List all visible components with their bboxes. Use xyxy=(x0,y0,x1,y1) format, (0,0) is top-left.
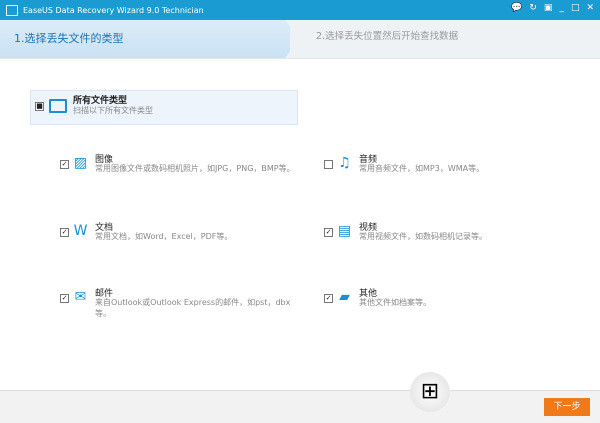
document-icon: W xyxy=(73,223,88,239)
title-bar: EaseUS Data Recovery Wizard 9.0 Technici… xyxy=(0,0,600,20)
film-icon: ▤ xyxy=(337,223,352,239)
mail-icon: ✉ xyxy=(74,289,87,305)
app-icon xyxy=(6,4,18,16)
step-1: 1.选择丢失文件的类型 xyxy=(0,20,290,58)
file-type-desc: 常用音频文件，如MP3，WMA等。 xyxy=(359,164,485,173)
step-bar: 1.选择丢失文件的类型 2.选择丢失位置然后开始查找数据 xyxy=(0,20,600,59)
file-type-checkbox[interactable]: ✓ xyxy=(324,228,333,237)
file-type-checkbox[interactable]: ✓ xyxy=(324,294,333,303)
all-types-checkbox[interactable]: ■ xyxy=(35,102,44,111)
menu-icon[interactable]: ▣ xyxy=(544,3,553,13)
minimize-icon[interactable]: _ xyxy=(559,3,564,13)
music-icon: ♫ xyxy=(338,155,351,171)
update-icon[interactable]: ↻ xyxy=(529,3,537,13)
file-type-checkbox[interactable]: ✓ xyxy=(60,294,69,303)
next-button[interactable]: 下一步 xyxy=(544,398,590,416)
all-types-desc: 扫描以下所有文件类型 xyxy=(73,106,153,115)
file-type-desc: 其他文件如档案等。 xyxy=(359,298,431,307)
folder-icon: ▰ xyxy=(339,289,350,305)
window-title: EaseUS Data Recovery Wizard 9.0 Technici… xyxy=(23,5,204,15)
file-type-desc: 常用视频文件，如数码相机记录等。 xyxy=(359,232,487,241)
close-icon[interactable]: ✕ xyxy=(586,3,594,13)
file-type-desc: 常用图像文件或数码相机照片，如JPG，PNG，BMP等。 xyxy=(95,164,295,173)
monitor-icon xyxy=(49,99,67,113)
step-2: 2.选择丢失位置然后开始查找数据 xyxy=(316,31,459,42)
file-type-checkbox[interactable] xyxy=(324,160,333,169)
maximize-icon[interactable]: □ xyxy=(571,3,580,13)
all-file-types-option[interactable]: ■ 所有文件类型 扫描以下所有文件类型 xyxy=(30,90,298,125)
file-type-checkbox[interactable]: ✓ xyxy=(60,160,69,169)
file-type-checkbox[interactable]: ✓ xyxy=(60,228,69,237)
file-type-desc: 来自Outlook或Outlook Express的邮件，如pst，dbx等。 xyxy=(95,298,291,318)
image-icon: ▨ xyxy=(73,155,88,171)
footer xyxy=(0,390,600,423)
feedback-icon[interactable]: 💬 xyxy=(511,3,522,13)
file-type-desc: 常用文档，如Word，Excel，PDF等。 xyxy=(95,232,233,241)
